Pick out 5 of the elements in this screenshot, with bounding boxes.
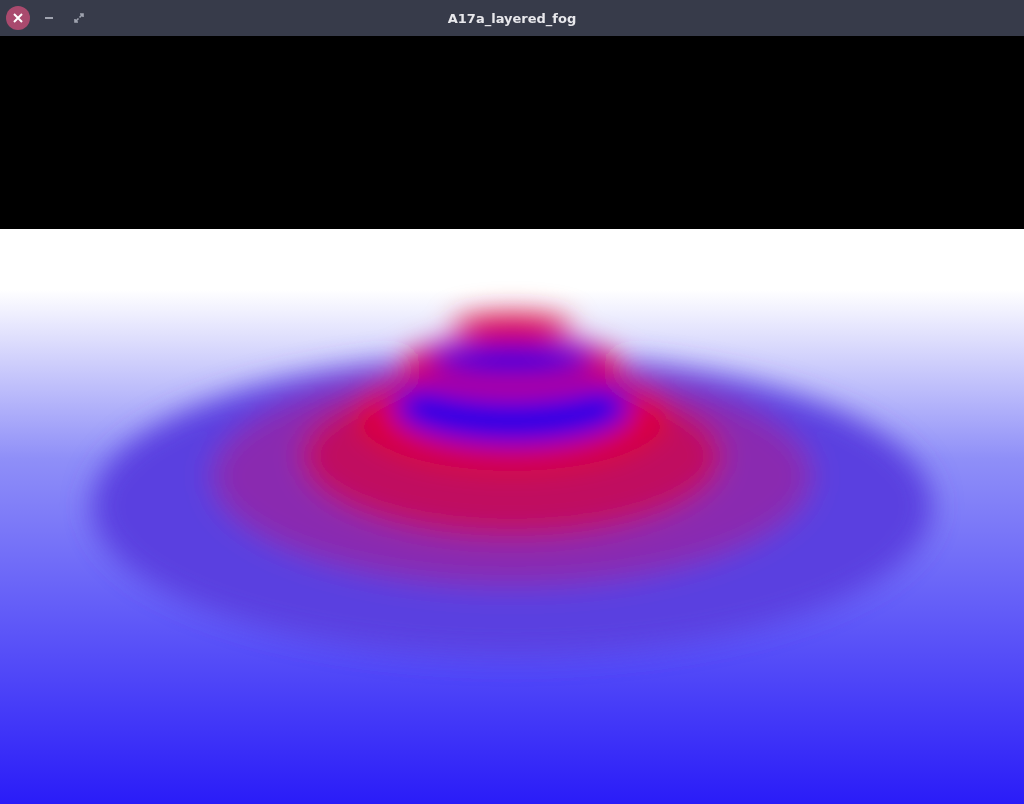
close-icon — [13, 13, 23, 23]
minimize-icon — [45, 17, 53, 19]
close-button[interactable] — [6, 6, 30, 30]
window-title: A17a_layered_fog — [447, 10, 577, 26]
maximize-icon — [74, 13, 84, 23]
